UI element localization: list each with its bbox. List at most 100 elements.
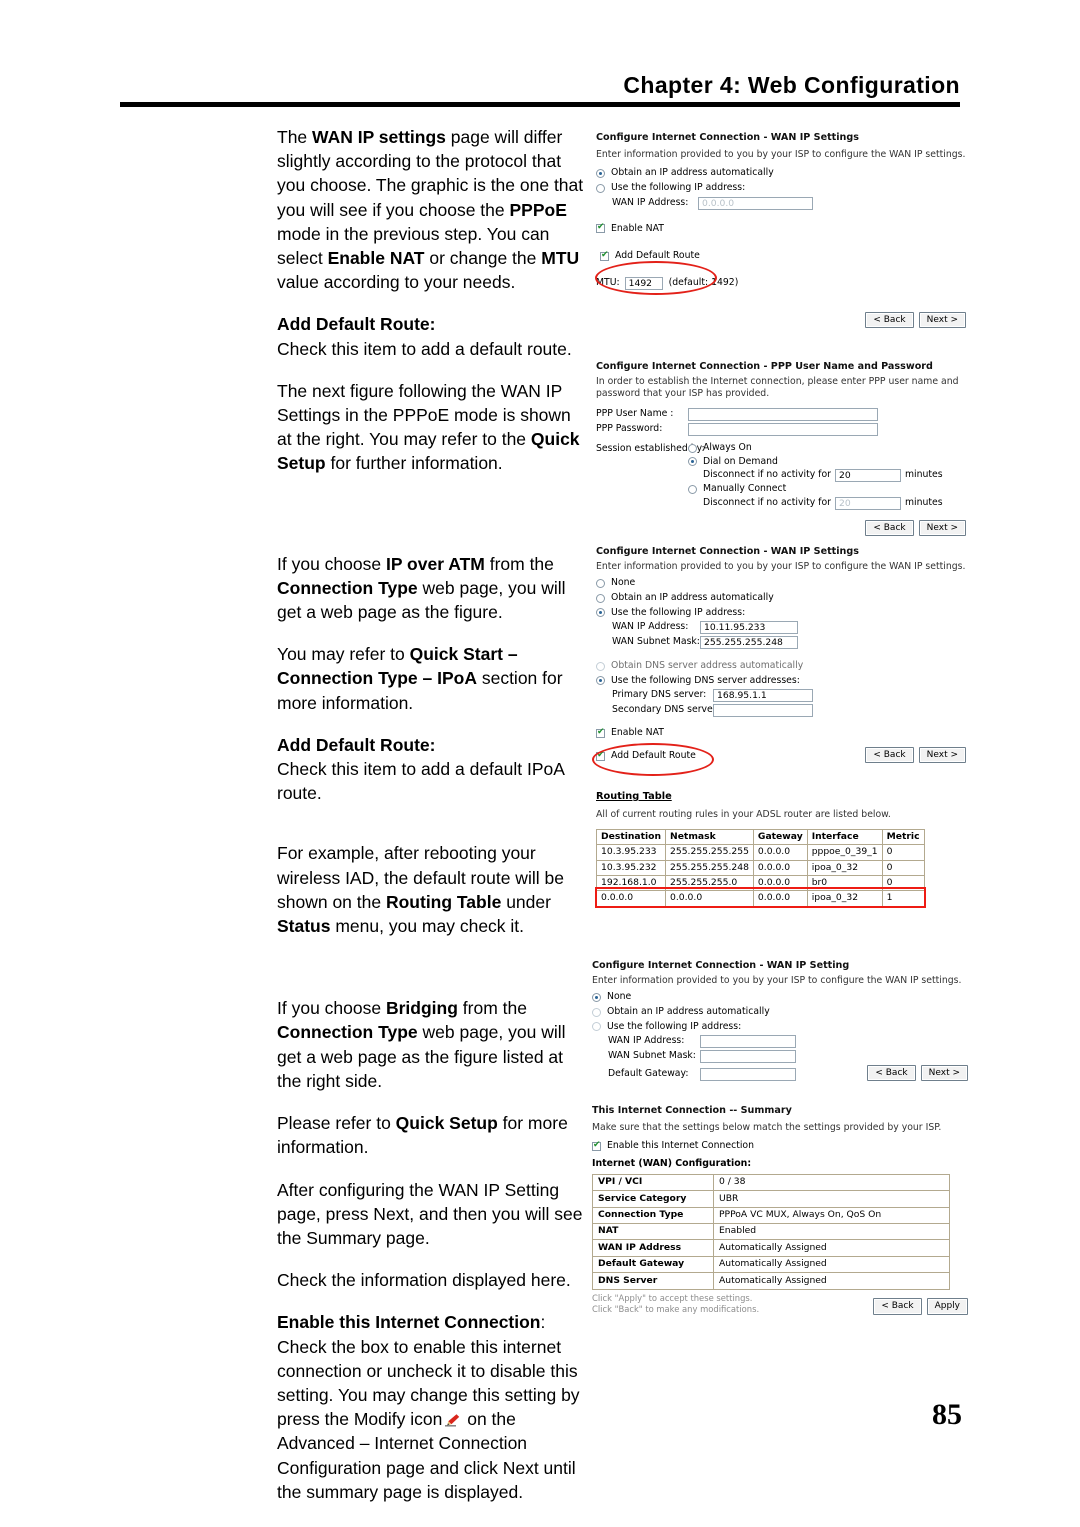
column-header-metric: Metric xyxy=(881,828,925,846)
next-button[interactable]: Next > xyxy=(920,1065,968,1082)
input-wan-ip-address-bridging[interactable] xyxy=(700,1035,796,1049)
checkbox-icon-enable-nat-ipoa[interactable] xyxy=(596,727,605,738)
radio-icon-use-following-ip-bridging[interactable] xyxy=(592,1022,601,1032)
label-disconnect-if-no-activity-manual: Disconnect if no activity for xyxy=(703,496,831,508)
cell-interface: pppoe_0_39_1 xyxy=(806,844,883,861)
summary-description: Make sure that the settings below match … xyxy=(592,1121,942,1133)
input-secondary-dns[interactable] xyxy=(713,704,813,718)
checkbox-option-add-default-route[interactable]: Add Default Route xyxy=(600,250,966,263)
radio-icon-obtain-ip-auto[interactable] xyxy=(596,169,605,179)
next-button[interactable]: Next > xyxy=(918,311,966,328)
paragraph-check-information: Check the information displayed here. xyxy=(277,1270,571,1291)
radio-icon-use-following-ip-ipoa[interactable] xyxy=(596,608,605,618)
radio-option-none-ipoa[interactable]: None xyxy=(596,577,966,590)
checkbox-label-add-default-route: Add Default Route xyxy=(615,250,700,262)
radio-option-use-following-ip-ipoa[interactable]: Use the following IP address: xyxy=(596,607,966,620)
input-ppp-password[interactable] xyxy=(688,423,878,437)
radio-option-dns-auto[interactable]: Obtain DNS server address automatically xyxy=(596,660,966,673)
radio-icon-obtain-ip-auto-bridging[interactable] xyxy=(592,1007,601,1017)
radio-option-none-bridging[interactable]: None xyxy=(592,991,968,1004)
field-row-ppp-username: PPP User Name : xyxy=(596,408,966,422)
checkbox-icon-add-default-route[interactable] xyxy=(600,250,609,261)
label-session-established-by: Session established by: xyxy=(596,443,705,455)
summary-note-back: Click "Back" to make any modifications. xyxy=(592,1303,760,1314)
radio-icon-dns-static[interactable] xyxy=(596,676,605,686)
back-button[interactable]: < Back xyxy=(867,1065,916,1082)
back-button[interactable]: < Back xyxy=(865,311,914,328)
page-header-title: Chapter 4: Web Configuration xyxy=(623,72,960,98)
input-wan-subnet-mask-bridging[interactable] xyxy=(700,1050,796,1064)
label-minutes-manual: minutes xyxy=(904,496,943,508)
next-button[interactable]: Next > xyxy=(918,746,966,763)
paragraph-bridging: If you choose Bridging from the Connecti… xyxy=(277,996,589,1093)
checkbox-option-enable-nat-ipoa[interactable]: Enable NAT xyxy=(596,727,966,740)
summary-title-main: This Internet Connection xyxy=(592,1105,726,1116)
checkbox-option-enable-nat[interactable]: Enable NAT xyxy=(596,222,966,236)
next-button[interactable]: Next > xyxy=(918,519,966,536)
figure2-title: Configure Internet Connection - PPP User… xyxy=(596,361,966,374)
radio-option-use-following-ip[interactable]: Use the following IP address: xyxy=(596,182,966,195)
cell-gateway: 0.0.0.0 xyxy=(752,844,808,861)
radio-option-use-following-ip-bridging[interactable]: Use the following IP address: xyxy=(592,1021,968,1034)
input-mtu[interactable]: 1492 xyxy=(624,276,663,290)
radio-icon-manually-connect[interactable] xyxy=(688,484,697,494)
apply-button[interactable]: Apply xyxy=(926,1298,968,1315)
input-manual-timeout-minutes[interactable]: 20 xyxy=(834,496,901,510)
input-wan-ip-address-ipoa[interactable]: 10.11.95.233 xyxy=(700,621,798,635)
paragraph-add-default-route-2: Check this item to add a default IPoA ro… xyxy=(277,759,564,804)
emphasis-bridging: Bridging xyxy=(385,998,458,1019)
cell-key: DNS Server xyxy=(592,1272,714,1290)
cell-destination: 0.0.0.0 xyxy=(595,890,667,907)
field-row-dial-timeout: Disconnect if no activity for 20 minutes xyxy=(703,469,966,483)
input-wan-subnet-mask-ipoa[interactable]: 255.255.255.248 xyxy=(700,636,798,650)
cell-value: Automatically Assigned xyxy=(713,1239,950,1257)
emphasis-ip-over-atm: IP over ATM xyxy=(385,553,485,574)
field-row-default-gateway-bridging: Default Gateway: xyxy=(608,1068,796,1082)
field-row-primary-dns: Primary DNS server: 168.95.1.1 xyxy=(612,689,966,703)
radio-option-manually-connect[interactable]: Manually Connect xyxy=(688,483,966,496)
radio-option-obtain-ip-auto-bridging[interactable]: Obtain an IP address automatically xyxy=(592,1006,968,1019)
checkbox-label-enable-nat-ipoa: Enable NAT xyxy=(611,727,664,739)
radio-option-always-on[interactable]: Always On xyxy=(688,442,966,455)
summary-title: This Internet Connection -- Summary xyxy=(592,1105,968,1118)
input-wan-ip-address[interactable]: 0.0.0.0 xyxy=(698,196,813,210)
back-button[interactable]: < Back xyxy=(873,1298,922,1315)
radio-icon-obtain-ip-auto-ipoa[interactable] xyxy=(596,593,605,603)
cell-netmask: 255.255.255.255 xyxy=(665,844,754,861)
radio-label-use-following-ip-bridging: Use the following IP address: xyxy=(607,1020,742,1032)
checkbox-icon-enable-internet-connection[interactable] xyxy=(592,1140,601,1152)
back-button[interactable]: < Back xyxy=(865,746,914,763)
label-default-gateway-bridging: Default Gateway: xyxy=(608,1068,689,1080)
cell-metric: 1 xyxy=(881,890,925,907)
checkbox-icon-enable-nat[interactable] xyxy=(596,222,605,234)
field-row-ppp-password: PPP Password: xyxy=(596,423,966,437)
radio-icon-dial-on-demand[interactable] xyxy=(688,457,697,467)
figure4-button-bar: < Back Next > xyxy=(867,1065,968,1082)
back-button[interactable]: < Back xyxy=(865,519,914,536)
radio-option-obtain-ip-auto[interactable]: Obtain an IP address automatically xyxy=(596,167,966,180)
radio-option-obtain-ip-auto-ipoa[interactable]: Obtain an IP address automatically xyxy=(596,592,966,605)
figure3-button-bar: < Back Next > xyxy=(865,746,966,763)
checkbox-icon-add-default-route-ipoa[interactable] xyxy=(596,750,605,762)
heading-text: Enable this Internet Connection xyxy=(277,1312,541,1333)
radio-label-dial-on-demand: Dial on Demand xyxy=(703,455,778,467)
checkbox-option-add-default-route-ipoa[interactable]: Add Default Route xyxy=(596,750,696,763)
table-row: 10.3.95.233 255.255.255.255 0.0.0.0 pppo… xyxy=(595,844,925,861)
cell-interface: ipoa_0_32 xyxy=(806,890,883,907)
checkbox-label-enable-nat: Enable NAT xyxy=(611,222,664,234)
radio-option-dns-static[interactable]: Use the following DNS server addresses: xyxy=(596,675,966,688)
input-default-gateway-bridging[interactable] xyxy=(700,1068,796,1082)
radio-option-dial-on-demand[interactable]: Dial on Demand xyxy=(688,456,966,469)
radio-icon-none-bridging[interactable] xyxy=(592,993,601,1003)
radio-icon-none-ipoa[interactable] xyxy=(596,579,605,589)
field-row-wan-ip-ipoa: WAN IP Address: 10.11.95.233 xyxy=(612,621,966,635)
radio-icon-always-on[interactable] xyxy=(688,443,697,453)
input-dial-timeout-minutes[interactable]: 20 xyxy=(834,469,901,483)
input-primary-dns[interactable]: 168.95.1.1 xyxy=(713,689,813,703)
radio-icon-dns-auto[interactable] xyxy=(596,661,605,671)
field-row-wan-mask-ipoa: WAN Subnet Mask: 255.255.255.248 xyxy=(612,636,966,650)
checkbox-option-enable-internet-connection[interactable]: Enable this Internet Connection xyxy=(592,1140,968,1153)
checkbox-label-enable-internet-connection: Enable this Internet Connection xyxy=(607,1140,755,1152)
radio-icon-use-following-ip[interactable] xyxy=(596,183,605,193)
input-ppp-username[interactable] xyxy=(688,408,878,422)
